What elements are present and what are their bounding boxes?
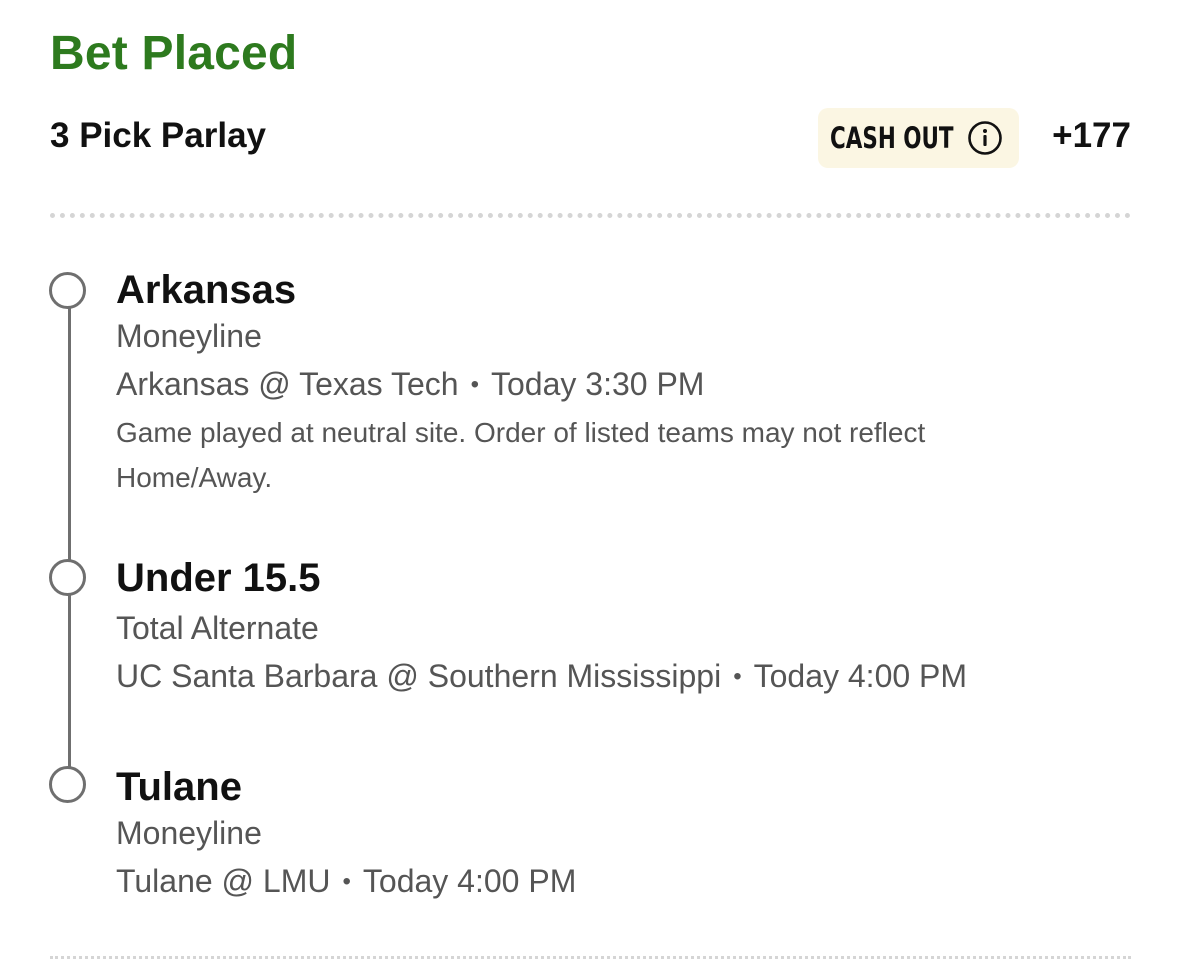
bullet-separator: • [342, 868, 351, 895]
leg-3: Tulane Moneyline Tulane @ LMU • Today 4:00… [116, 763, 1139, 901]
leg-selection: Tulane [116, 765, 242, 809]
bet-type-label: 3 Pick Parlay [50, 116, 266, 155]
timeline-line [68, 296, 71, 784]
cash-out-button[interactable]: CASH OUT [818, 108, 1019, 168]
bet-header: 3 Pick Parlay CASH OUT +177 [50, 106, 1131, 168]
leg-marker-1-circle-outline-icon [49, 272, 86, 309]
top-divider [50, 213, 1131, 218]
bullet-separator: • [470, 371, 479, 398]
leg-selection: Arkansas [116, 268, 297, 312]
leg-2: Under 15.5 Total Alternate UC Santa Barb… [116, 554, 1139, 696]
leg-start-time: Today 4:00 PM [362, 863, 577, 899]
leg-1: Arkansas Moneyline Arkansas @ Texas Tech… [116, 266, 1139, 500]
bullet-separator: • [733, 663, 742, 690]
leg-start-time: Today 3:30 PM [490, 366, 705, 402]
leg-selection: Under 15.5 [116, 556, 321, 600]
leg-marker-3-circle-outline-icon [49, 766, 86, 803]
leg-start-time: Today 4:00 PM [753, 658, 968, 694]
leg-matchup: UC Santa Barbara @ Southern Mississippi [116, 658, 722, 694]
cash-out-label: CASH OUT [830, 121, 954, 155]
leg-market: Moneyline [116, 815, 262, 851]
leg-note: Game played at neutral site. Order of li… [116, 417, 926, 493]
leg-matchup: Arkansas @ Texas Tech [116, 366, 459, 402]
bottom-divider [50, 956, 1131, 959]
leg-event: UC Santa Barbara @ Southern Mississippi •… [116, 656, 1139, 696]
leg-event: Arkansas @ Texas Tech • Today 3:30 PM [116, 364, 1139, 404]
bet-status-title: Bet Placed [50, 27, 298, 80]
leg-market: Moneyline [116, 318, 262, 354]
leg-matchup: Tulane @ LMU [116, 863, 331, 899]
leg-market: Total Alternate [116, 610, 319, 646]
leg-event: Tulane @ LMU • Today 4:00 PM [116, 861, 1139, 901]
leg-marker-2-circle-outline-icon [49, 559, 86, 596]
info-circle-icon[interactable] [967, 120, 1003, 156]
parlay-odds: +177 [1052, 116, 1131, 155]
